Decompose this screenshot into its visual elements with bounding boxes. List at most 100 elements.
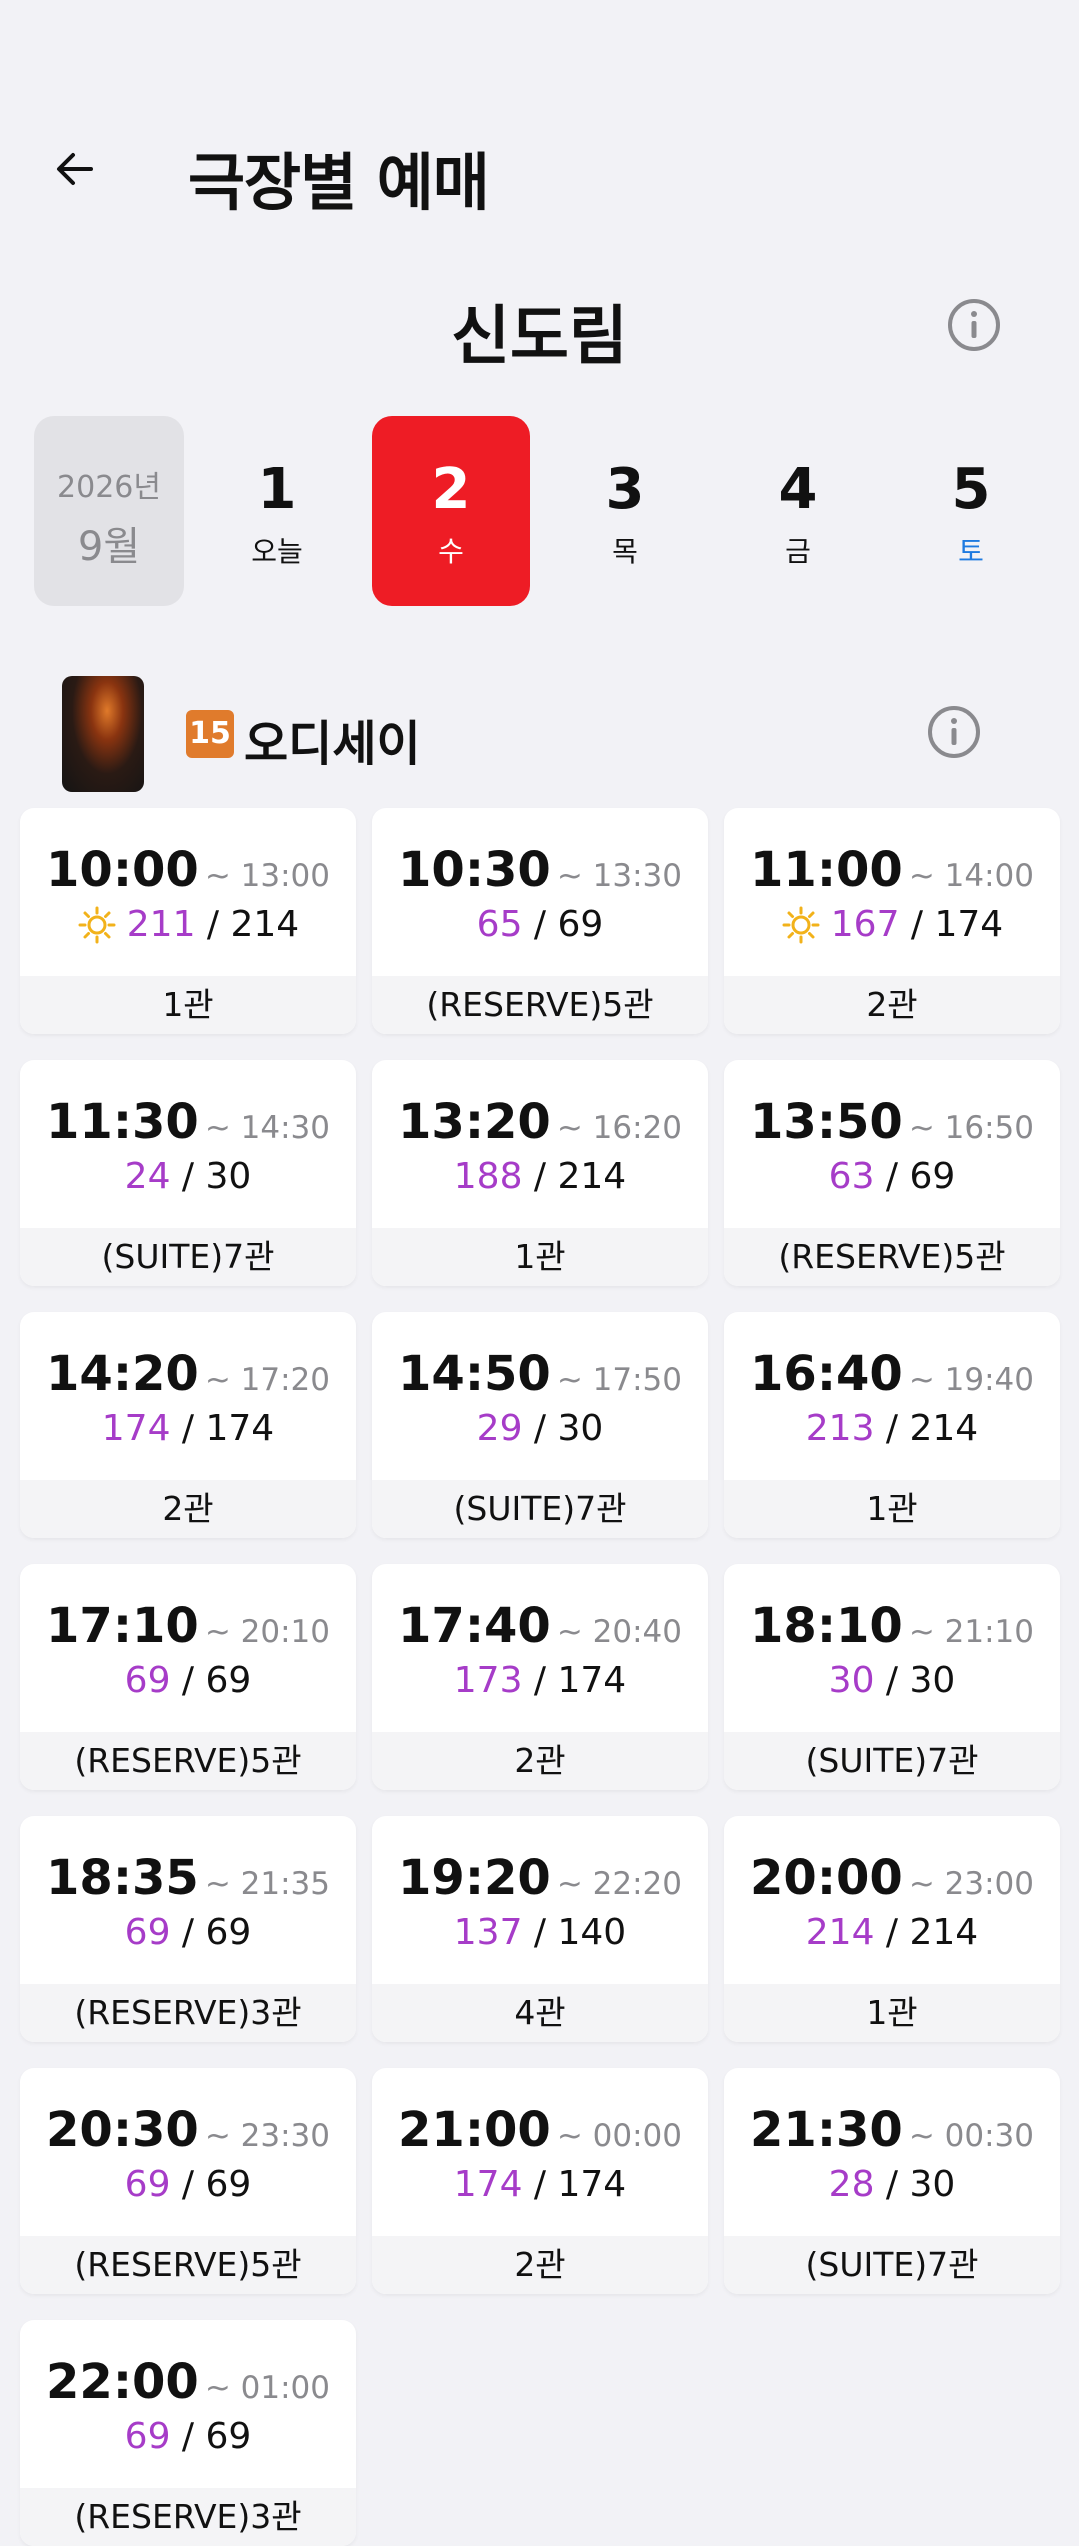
hall-label: 1관 — [724, 1480, 1060, 1538]
seat-count: 65 / 69 — [372, 904, 708, 945]
seat-count: 69 / 69 — [20, 1660, 356, 1701]
start-time: 18:10 — [750, 1598, 903, 1654]
date-item-5[interactable]: 5 토 — [892, 416, 1050, 606]
showtime-card[interactable]: 16:40 ~ 19:40 213 / 214 1관 — [724, 1312, 1060, 1538]
end-time: ~ 00:00 — [556, 2118, 682, 2154]
total-seats: 30 — [909, 1660, 956, 1701]
total-seats: 174 — [557, 2164, 627, 2205]
date-item-1[interactable]: 1 오늘 — [198, 416, 356, 606]
total-seats: 30 — [557, 1408, 604, 1449]
hall-label: 2관 — [372, 2236, 708, 2294]
info-circle-icon — [928, 706, 980, 758]
hall-label: (RESERVE)5관 — [20, 2236, 356, 2294]
total-seats: 69 — [205, 1660, 252, 1701]
start-time: 19:20 — [398, 1850, 551, 1906]
hall-label: 1관 — [20, 976, 356, 1034]
showtime-card[interactable]: 21:30 ~ 00:30 28 / 30 (SUITE)7관 — [724, 2068, 1060, 2294]
start-time: 10:30 — [398, 842, 551, 898]
seat-count: 30 / 30 — [724, 1660, 1060, 1701]
end-time: ~ 22:20 — [556, 1866, 682, 1902]
showtime-card[interactable]: 20:00 ~ 23:00 214 / 214 1관 — [724, 1816, 1060, 2042]
total-seats: 69 — [205, 1912, 252, 1953]
showtime-card[interactable]: 10:00 ~ 13:00 211 / 214 1관 — [20, 808, 356, 1034]
start-time: 13:50 — [750, 1094, 903, 1150]
available-seats: 69 — [124, 1660, 171, 1701]
end-time: ~ 20:10 — [204, 1614, 330, 1650]
available-seats: 24 — [124, 1156, 171, 1197]
seat-separator: / — [195, 904, 231, 945]
end-time: ~ 14:30 — [204, 1110, 330, 1146]
seat-separator: / — [522, 1408, 558, 1449]
total-seats: 69 — [205, 2164, 252, 2205]
showtime-card[interactable]: 13:20 ~ 16:20 188 / 214 1관 — [372, 1060, 708, 1286]
time-range: 10:30 ~ 13:30 — [372, 842, 708, 898]
available-seats: 174 — [453, 2164, 523, 2205]
seat-count: 69 / 69 — [20, 2416, 356, 2457]
total-seats: 69 — [557, 904, 604, 945]
time-range: 21:30 ~ 00:30 — [724, 2102, 1060, 2158]
seat-separator: / — [522, 904, 558, 945]
showtime-card[interactable]: 10:30 ~ 13:30 65 / 69 (RESERVE)5관 — [372, 808, 708, 1034]
end-time: ~ 23:00 — [908, 1866, 1034, 1902]
time-range: 17:10 ~ 20:10 — [20, 1598, 356, 1654]
seat-separator: / — [874, 2164, 910, 2205]
movie-poster[interactable] — [62, 676, 144, 792]
available-seats: 69 — [124, 2164, 171, 2205]
showtime-card[interactable]: 18:35 ~ 21:35 69 / 69 (RESERVE)3관 — [20, 1816, 356, 2042]
movie-info-button[interactable] — [924, 702, 984, 762]
showtime-card[interactable]: 22:00 ~ 01:00 69 / 69 (RESERVE)3관 — [20, 2320, 356, 2546]
time-range: 17:40 ~ 20:40 — [372, 1598, 708, 1654]
seat-separator: / — [899, 904, 935, 945]
start-time: 17:40 — [398, 1598, 551, 1654]
total-seats: 214 — [230, 904, 300, 945]
available-seats: 65 — [476, 904, 523, 945]
available-seats: 30 — [828, 1660, 875, 1701]
start-time: 11:00 — [750, 842, 903, 898]
hall-label: 2관 — [372, 1732, 708, 1790]
back-button[interactable] — [40, 134, 110, 204]
date-number: 5 — [951, 457, 991, 522]
end-time: ~ 13:00 — [204, 858, 330, 894]
showtime-card[interactable]: 14:20 ~ 17:20 174 / 174 2관 — [20, 1312, 356, 1538]
date-item-3[interactable]: 3 목 — [546, 416, 704, 606]
month-indicator: 2026년 9월 — [34, 416, 184, 606]
year-label: 2026년 — [57, 470, 161, 505]
total-seats: 214 — [909, 1912, 979, 1953]
start-time: 21:30 — [750, 2102, 903, 2158]
date-item-2-selected[interactable]: 2 수 — [372, 416, 530, 606]
showtime-card[interactable]: 17:10 ~ 20:10 69 / 69 (RESERVE)5관 — [20, 1564, 356, 1790]
showtime-card[interactable]: 21:00 ~ 00:00 174 / 174 2관 — [372, 2068, 708, 2294]
time-range: 11:30 ~ 14:30 — [20, 1094, 356, 1150]
available-seats: 28 — [828, 2164, 875, 2205]
available-seats: 174 — [101, 1408, 171, 1449]
showtime-card[interactable]: 14:50 ~ 17:50 29 / 30 (SUITE)7관 — [372, 1312, 708, 1538]
total-seats: 69 — [909, 1156, 956, 1197]
date-weekday: 수 — [438, 535, 464, 568]
showtime-card[interactable]: 13:50 ~ 16:50 63 / 69 (RESERVE)5관 — [724, 1060, 1060, 1286]
available-seats: 29 — [476, 1408, 523, 1449]
hall-label: 1관 — [724, 1984, 1060, 2042]
end-time: ~ 13:30 — [556, 858, 682, 894]
end-time: ~ 17:20 — [204, 1362, 330, 1398]
showtime-card[interactable]: 17:40 ~ 20:40 173 / 174 2관 — [372, 1564, 708, 1790]
available-seats: 137 — [453, 1912, 523, 1953]
showtime-card[interactable]: 19:20 ~ 22:20 137 / 140 4관 — [372, 1816, 708, 2042]
seat-count: 214 / 214 — [724, 1912, 1060, 1953]
time-range: 22:00 ~ 01:00 — [20, 2354, 356, 2410]
seat-separator: / — [170, 1408, 206, 1449]
date-item-4[interactable]: 4 금 — [719, 416, 877, 606]
showtime-card[interactable]: 11:00 ~ 14:00 167 / 174 2관 — [724, 808, 1060, 1034]
theater-info-button[interactable] — [944, 295, 1004, 355]
start-time: 18:35 — [46, 1850, 199, 1906]
available-seats: 69 — [124, 2416, 171, 2457]
total-seats: 174 — [205, 1408, 275, 1449]
showtime-card[interactable]: 11:30 ~ 14:30 24 / 30 (SUITE)7관 — [20, 1060, 356, 1286]
seat-count: 63 / 69 — [724, 1156, 1060, 1197]
hall-label: (SUITE)7관 — [20, 1228, 356, 1286]
date-number: 1 — [257, 457, 297, 522]
showtime-card[interactable]: 18:10 ~ 21:10 30 / 30 (SUITE)7관 — [724, 1564, 1060, 1790]
end-time: ~ 23:30 — [204, 2118, 330, 2154]
seat-count: 69 / 69 — [20, 1912, 356, 1953]
showtime-card[interactable]: 20:30 ~ 23:30 69 / 69 (RESERVE)5관 — [20, 2068, 356, 2294]
month-label: 9월 — [77, 524, 141, 570]
